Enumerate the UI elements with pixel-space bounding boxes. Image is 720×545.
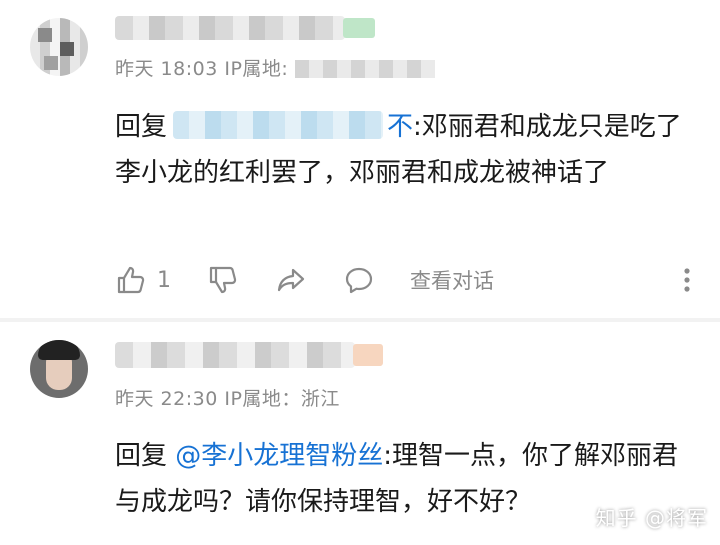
ip-location-blurred — [294, 60, 435, 78]
reply-prefix: 回复 — [115, 441, 168, 471]
username-blurred[interactable] — [115, 342, 383, 368]
avatar[interactable] — [30, 340, 88, 398]
mention-blurred[interactable] — [173, 111, 384, 139]
more-button[interactable] — [671, 262, 703, 298]
comment-time: 昨天 22:30 — [115, 388, 218, 410]
thumbs-up-icon — [117, 266, 145, 294]
ip-label: IP属地: — [224, 58, 289, 80]
mention-link[interactable]: @李小龙理智粉丝 — [175, 441, 383, 471]
dislike-button[interactable] — [207, 262, 239, 298]
like-count: 1 — [157, 267, 171, 293]
comment-meta: 昨天 18:03 IP属地: — [115, 54, 435, 81]
comment-time: 昨天 18:03 — [115, 58, 218, 80]
username-blurred[interactable] — [115, 16, 375, 40]
avatar[interactable] — [30, 18, 88, 76]
comment-body: 回复 不:邓丽君和成龙只是吃了李小龙的红利罢了，邓丽君和成龙被神话了 — [115, 104, 695, 196]
comment-item: 昨天 18:03 IP属地: 回复 不:邓丽君和成龙只是吃了李小龙的红利罢了，邓丽… — [0, 0, 720, 318]
more-vertical-icon — [684, 268, 690, 292]
reply-prefix: 回复 — [115, 112, 168, 142]
like-button[interactable]: 1 — [115, 262, 171, 298]
ip-label: IP属地： — [224, 388, 301, 410]
thumbs-down-icon — [209, 266, 237, 294]
ip-location: 浙江 — [300, 388, 340, 410]
share-arrow-icon — [277, 268, 305, 292]
mention-tail[interactable]: 不 — [387, 112, 413, 142]
comment-meta: 昨天 22:30 IP属地：浙江 — [115, 384, 340, 411]
reply-button[interactable] — [343, 262, 375, 298]
comment-actions: 1 查看对话 — [115, 262, 695, 298]
chat-bubble-icon — [345, 267, 373, 294]
watermark: 知乎 @将军 — [595, 506, 708, 530]
share-button[interactable] — [275, 262, 307, 298]
view-conversation-link[interactable]: 查看对话 — [410, 262, 494, 298]
